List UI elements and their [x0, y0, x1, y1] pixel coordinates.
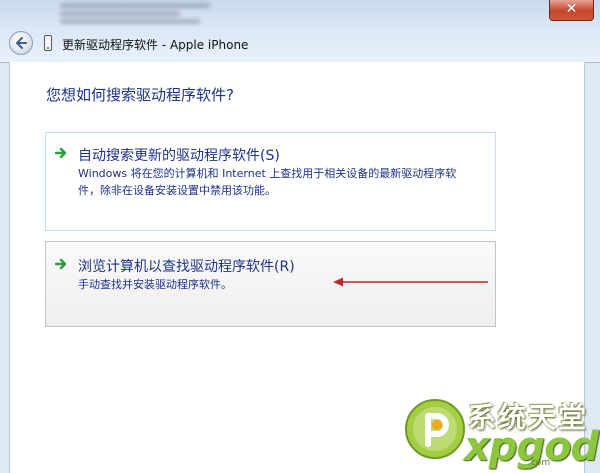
- close-button[interactable]: ✕: [549, 0, 594, 21]
- option-description-line: Windows 将在您的计算机和 Internet 上查找用于相关设备的最新驱动…: [78, 167, 457, 180]
- red-annotation-arrow-icon: [333, 277, 488, 287]
- option-description: Windows 将在您的计算机和 Internet 上查找用于相关设备的最新驱动…: [78, 165, 456, 199]
- green-arrow-icon: [55, 147, 67, 159]
- back-button[interactable]: [9, 31, 33, 55]
- green-arrow-icon: [55, 258, 67, 270]
- option-description-line: 件，除非在设备安装设置中禁用该功能。: [78, 184, 276, 197]
- close-icon: ✕: [565, 1, 578, 17]
- search-question-heading: 您想如何搜索驱动程序软件?: [46, 86, 234, 104]
- option-title: 浏览计算机以查找驱动程序软件(R): [78, 259, 295, 275]
- window-title-bar: ✕ 更新驱动程序软件 - Apple iPhone: [0, 0, 600, 63]
- option-description: 手动查找并安装驱动程序软件。: [78, 276, 232, 293]
- phone-device-icon: [44, 35, 52, 51]
- xpgod-logo-icon: [405, 399, 465, 459]
- option-auto-search[interactable]: 自动搜索更新的驱动程序软件(S) Windows 将在您的计算机和 Intern…: [45, 132, 496, 231]
- blurred-background-text: [60, 0, 230, 26]
- option-title: 自动搜索更新的驱动程序软件(S): [78, 148, 280, 164]
- option-description-line: 手动查找并安装驱动程序软件。: [78, 278, 232, 291]
- window-title: 更新驱动程序软件 - Apple iPhone: [62, 38, 249, 52]
- back-arrow-icon: [16, 37, 27, 49]
- watermark-domain-text: .com: [528, 458, 551, 468]
